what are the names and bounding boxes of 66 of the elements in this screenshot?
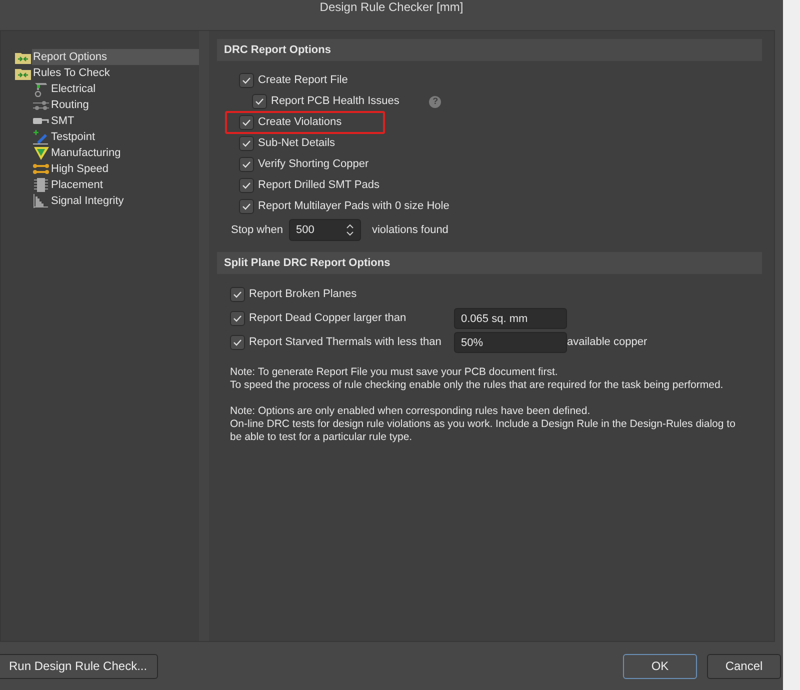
- check-icon: [242, 140, 251, 147]
- check-icon: [242, 203, 251, 210]
- checkbox[interactable]: [252, 94, 267, 109]
- tree-item[interactable]: Signal Integrity: [50, 193, 199, 209]
- check-icon: [242, 119, 251, 126]
- tree-item[interactable]: Placement: [50, 177, 199, 193]
- option-label: Create Report File: [258, 73, 348, 88]
- violation-limit-spinner[interactable]: 500: [288, 219, 361, 241]
- check-icon: [233, 338, 242, 346]
- tree-item[interactable]: Testpoint: [50, 129, 199, 145]
- probe-icon: [33, 82, 49, 96]
- tree-item[interactable]: Routing: [50, 97, 199, 113]
- checkbox[interactable]: [230, 334, 245, 350]
- option-label: Report Starved Thermals with less than: [249, 334, 442, 350]
- checkbox[interactable]: [239, 73, 254, 88]
- option-label: Report Multilayer Pads with 0 size Hole: [258, 199, 450, 214]
- option-label: Verify Shorting Copper: [258, 157, 369, 172]
- checkbox[interactable]: [239, 157, 254, 172]
- check-icon: [255, 98, 264, 105]
- note-text: To speed the process of rule checking enable only the rules that are required for the task being performed.: [230, 379, 724, 392]
- cancel-button[interactable]: Cancel: [707, 654, 781, 678]
- field-suffix-label: available copper: [567, 334, 648, 350]
- checkbox[interactable]: [239, 115, 254, 130]
- ok-button[interactable]: OK: [623, 654, 697, 678]
- checkbox[interactable]: [239, 136, 254, 151]
- section-header: DRC Report Options: [217, 39, 762, 61]
- note-text: Note: To generate Report File you must save your PCB document first.: [230, 366, 559, 379]
- run-design-rule-check-button[interactable]: Run Design Rule Check...: [0, 654, 158, 678]
- tree-item[interactable]: SMT: [50, 113, 199, 129]
- bus-icon: [33, 162, 49, 176]
- note-text: On-line DRC tests for design rule violations as you work. Include a Design Rule in the Design-Rules dialog to be able to test for a particular rule type.: [230, 418, 736, 444]
- triangle-icon: [33, 146, 49, 160]
- check-icon: [233, 314, 242, 322]
- section-header: Split Plane DRC Report Options: [217, 252, 762, 274]
- tree-item[interactable]: Manufacturing: [50, 145, 199, 161]
- spin-arrows-icon[interactable]: [346, 224, 354, 236]
- probe-pen-icon: [33, 130, 49, 144]
- option-label: Report Drilled SMT Pads: [258, 178, 380, 194]
- value-field[interactable]: 0.065 sq. mm: [454, 308, 567, 328]
- tree-item[interactable]: Electrical: [50, 81, 199, 97]
- track-icon: [33, 98, 49, 112]
- checkbox[interactable]: [239, 178, 254, 193]
- check-icon: [242, 182, 251, 189]
- stop-when-label: Stop when: [231, 222, 283, 238]
- checkbox[interactable]: [239, 199, 254, 214]
- waveform-icon: [33, 194, 49, 208]
- option-label: Report Broken Planes: [249, 286, 357, 302]
- tree-item[interactable]: Rules To Check: [32, 65, 199, 81]
- tree-item[interactable]: High Speed: [50, 161, 199, 177]
- option-label: Sub-Net Details: [258, 136, 336, 152]
- tree-item[interactable]: Report Options: [32, 49, 199, 65]
- checkbox[interactable]: [230, 310, 245, 326]
- check-icon: [242, 77, 251, 84]
- folder-icon: [15, 50, 31, 64]
- folder-icon: [15, 66, 31, 80]
- check-icon: [233, 290, 242, 298]
- option-label: Create Violations: [258, 115, 342, 130]
- chip-icon: [33, 178, 49, 192]
- option-label: Report Dead Copper larger than: [249, 310, 408, 326]
- value-field[interactable]: 50%: [454, 332, 567, 352]
- window-title: Design Rule Checker [mm]: [320, 0, 464, 14]
- violations-found-label: violations found: [372, 222, 448, 238]
- check-icon: [242, 161, 251, 168]
- option-label: Report PCB Health Issues: [271, 94, 400, 110]
- checkbox[interactable]: [230, 286, 245, 302]
- note-text: Note: Options are only enabled when corresponding rules have been defined.: [230, 405, 592, 418]
